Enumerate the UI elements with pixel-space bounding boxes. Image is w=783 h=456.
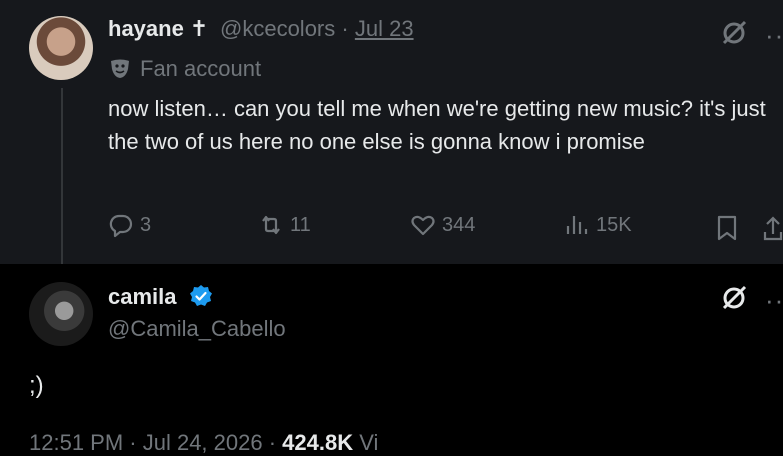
reply-count: 3 bbox=[140, 213, 152, 236]
verified-badge-icon[interactable] bbox=[189, 284, 213, 308]
avatar-hayane[interactable] bbox=[29, 16, 93, 80]
tweet-views-label: Vi bbox=[353, 430, 379, 455]
separator: · bbox=[341, 16, 349, 41]
analytics-icon bbox=[566, 216, 588, 234]
fan-account-label: Fan account bbox=[108, 56, 261, 82]
like-button[interactable]: 344 bbox=[410, 212, 475, 238]
reply-date[interactable]: Jul 23 bbox=[355, 16, 414, 41]
heart-icon bbox=[411, 215, 435, 236]
repost-icon bbox=[262, 215, 280, 235]
thread-connector-line bbox=[61, 88, 63, 276]
reply-tweet[interactable]: hayane ✝ @kcecolors · Jul 23 ·· Fan acco… bbox=[0, 0, 783, 264]
repost-count: 11 bbox=[290, 213, 311, 236]
avatar-camila[interactable] bbox=[29, 282, 93, 346]
more-icon[interactable]: ·· bbox=[765, 22, 783, 48]
main-display-name[interactable]: camila bbox=[108, 284, 177, 309]
grok-icon[interactable] bbox=[720, 19, 748, 47]
reply-handle-row: @kcecolors · Jul 23 bbox=[220, 16, 414, 42]
main-handle[interactable]: @Camila_Cabello bbox=[108, 316, 286, 342]
repost-button[interactable]: 11 bbox=[258, 212, 311, 238]
reply-actions: 3 11 344 15K bbox=[0, 212, 783, 242]
reply-handle[interactable]: @kcecolors bbox=[220, 16, 335, 41]
tweet-view-count: 424.8K bbox=[282, 430, 354, 455]
fan-account-text: Fan account bbox=[140, 56, 262, 81]
tweet-timestamp[interactable]: 12:51 PM · Jul 24, 2026 · bbox=[29, 430, 282, 455]
main-tweet-text: ;) bbox=[29, 372, 44, 399]
grok-icon-main[interactable] bbox=[720, 284, 748, 312]
main-name-row: camila bbox=[108, 284, 213, 310]
tweet-meta: 12:51 PM · Jul 24, 2026 · 424.8K Vi bbox=[29, 430, 378, 456]
views-button[interactable]: 15K bbox=[564, 212, 632, 238]
reply-button[interactable]: 3 bbox=[108, 212, 151, 238]
theater-mask-icon bbox=[111, 59, 129, 78]
reply-display-name[interactable]: hayane ✝ bbox=[108, 16, 208, 42]
reply-icon bbox=[109, 214, 133, 238]
like-count: 344 bbox=[442, 213, 476, 236]
reply-text: now listen… can you tell me when we're g… bbox=[108, 96, 766, 154]
views-count: 15K bbox=[596, 213, 632, 236]
bookmark-icon[interactable] bbox=[714, 214, 740, 242]
more-icon-main[interactable]: ·· bbox=[765, 287, 783, 313]
share-icon[interactable] bbox=[762, 214, 783, 242]
